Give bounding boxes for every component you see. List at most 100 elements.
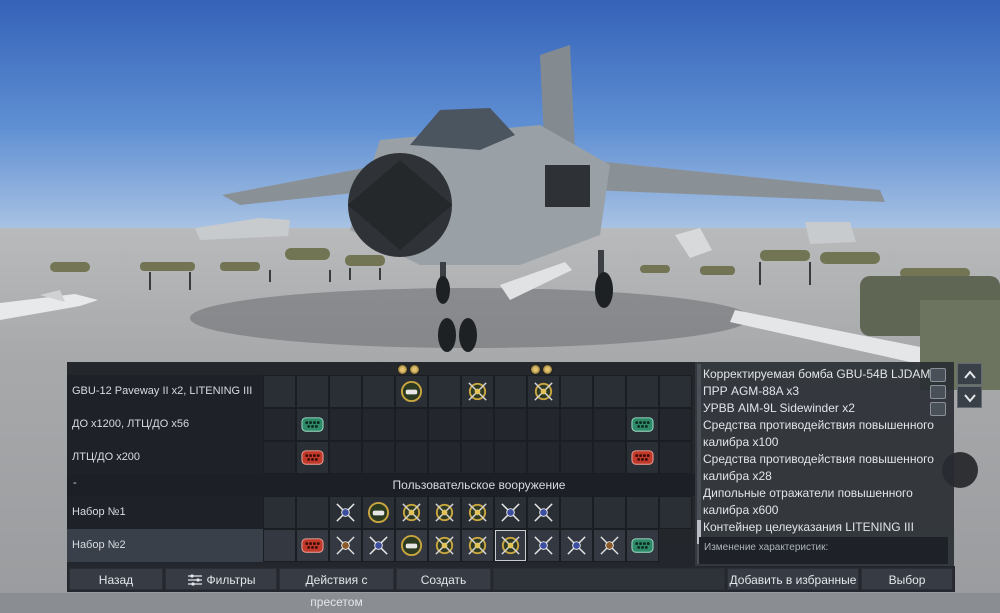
weapon-list-item: калибра x28 [703, 469, 772, 483]
scroll-up-button[interactable] [957, 363, 982, 385]
slot-cell[interactable] [263, 441, 296, 474]
loadout-row[interactable]: GBU-12 Paveway II x2, LITENING III [67, 375, 695, 408]
scroll-down-button[interactable] [957, 386, 982, 408]
slot-cell[interactable] [329, 375, 362, 408]
slot-cell[interactable] [263, 408, 296, 441]
preset-row-selected[interactable]: Набор №2 [67, 529, 695, 562]
weapon-list-item: Дипольные отражатели повышенного [703, 486, 913, 500]
slot-cell[interactable] [659, 441, 692, 474]
missile-edit-icon[interactable] [930, 368, 946, 382]
add-to-favorites-button[interactable]: Добавить в избранные [727, 568, 859, 590]
slot-cell[interactable] [329, 408, 362, 441]
slot-cell[interactable] [659, 375, 692, 408]
slot-cell[interactable] [560, 408, 593, 441]
slot-cell[interactable] [527, 496, 560, 529]
slot-cell[interactable] [461, 375, 494, 408]
ammo-marker-icon [397, 364, 408, 375]
slot-cell[interactable] [494, 408, 527, 441]
back-button[interactable]: Назад [69, 568, 163, 590]
slot-cell[interactable] [263, 529, 296, 562]
preset-actions-button[interactable]: Действия с пресетом [279, 568, 394, 609]
loadout-row[interactable]: ЛТЦ/ДО x200 [67, 441, 695, 474]
missile-edit-icon[interactable] [930, 402, 946, 416]
slot-cell[interactable] [362, 529, 395, 562]
slot-cell[interactable] [593, 441, 626, 474]
slot-cell[interactable] [527, 375, 560, 408]
countermeasure-pod-icon [301, 417, 324, 432]
weapon-list-item: калибра x600 [703, 503, 779, 517]
slot-cell[interactable] [395, 529, 428, 562]
slot-cell[interactable] [461, 496, 494, 529]
guided-bomb-icon [468, 536, 487, 555]
slot-cell[interactable] [329, 496, 362, 529]
slot-cell[interactable] [428, 529, 461, 562]
bottom-bar-spacer [493, 568, 725, 590]
slot-cell[interactable] [329, 529, 362, 562]
slot-cell[interactable] [659, 496, 692, 529]
slot-cell[interactable] [593, 408, 626, 441]
slot-cell[interactable] [362, 441, 395, 474]
filters-button[interactable]: Фильтры [165, 568, 277, 590]
slot-cell[interactable] [395, 375, 428, 408]
slot-cells [263, 529, 695, 562]
slot-cell[interactable] [527, 529, 560, 562]
missile-edit-icon[interactable] [930, 385, 946, 399]
slot-cell[interactable] [593, 496, 626, 529]
slot-cell[interactable] [296, 529, 329, 562]
slot-cell[interactable] [560, 529, 593, 562]
slot-cell[interactable] [296, 496, 329, 529]
slot-cell[interactable] [461, 441, 494, 474]
slot-cell[interactable] [395, 408, 428, 441]
slot-cell[interactable] [560, 441, 593, 474]
guided-bomb-icon [402, 503, 421, 522]
anti-radiation-missile-icon [336, 536, 355, 555]
slot-cell[interactable] [296, 441, 329, 474]
preset-row-label: Набор №2 [67, 529, 263, 562]
flare-pod-icon [631, 450, 654, 465]
slot-cell[interactable] [560, 375, 593, 408]
slot-cell[interactable] [626, 496, 659, 529]
select-button[interactable]: Выбор [861, 568, 953, 590]
slot-cell[interactable] [362, 375, 395, 408]
slot-cell[interactable] [494, 441, 527, 474]
weapon-list-item: калибра x100 [703, 435, 779, 449]
slot-cell[interactable] [329, 441, 362, 474]
slot-cell[interactable] [362, 408, 395, 441]
slot-cells [263, 441, 695, 474]
preset-row[interactable]: Набор №1 [67, 496, 695, 529]
slot-cell[interactable] [626, 408, 659, 441]
slot-cell[interactable] [593, 529, 626, 562]
slot-cell[interactable] [296, 408, 329, 441]
slot-cell[interactable] [494, 496, 527, 529]
missile-icon [567, 536, 586, 555]
slot-cell[interactable] [461, 408, 494, 441]
countermeasure-pod-icon [631, 538, 654, 553]
loadout-row-label: ЛТЦ/ДО x200 [67, 441, 263, 474]
slot-cell[interactable] [527, 441, 560, 474]
slot-cell[interactable] [263, 496, 296, 529]
slot-cell[interactable] [428, 408, 461, 441]
slot-cell[interactable] [560, 496, 593, 529]
slot-cell[interactable] [428, 496, 461, 529]
slot-cell[interactable] [626, 441, 659, 474]
slot-cell[interactable] [428, 375, 461, 408]
filters-label: Фильтры [206, 573, 256, 587]
slot-cell-highlighted[interactable] [494, 529, 527, 562]
slot-cell[interactable] [362, 496, 395, 529]
slot-cell[interactable] [461, 529, 494, 562]
slot-cell[interactable] [626, 529, 659, 562]
flare-pod-icon [301, 538, 324, 553]
loadout-row[interactable]: ДО x1200, ЛТЦ/ДО x56 [67, 408, 695, 441]
slot-cell[interactable] [296, 375, 329, 408]
slot-cell[interactable] [626, 375, 659, 408]
ammo-marker-icon [530, 364, 541, 375]
slot-cell[interactable] [494, 375, 527, 408]
slot-cell[interactable] [593, 375, 626, 408]
slot-cell[interactable] [395, 441, 428, 474]
slot-cell[interactable] [527, 408, 560, 441]
slot-cell[interactable] [428, 441, 461, 474]
slot-cell[interactable] [659, 408, 692, 441]
slot-cell[interactable] [395, 496, 428, 529]
create-button[interactable]: Создать [396, 568, 491, 590]
slot-cell[interactable] [263, 375, 296, 408]
